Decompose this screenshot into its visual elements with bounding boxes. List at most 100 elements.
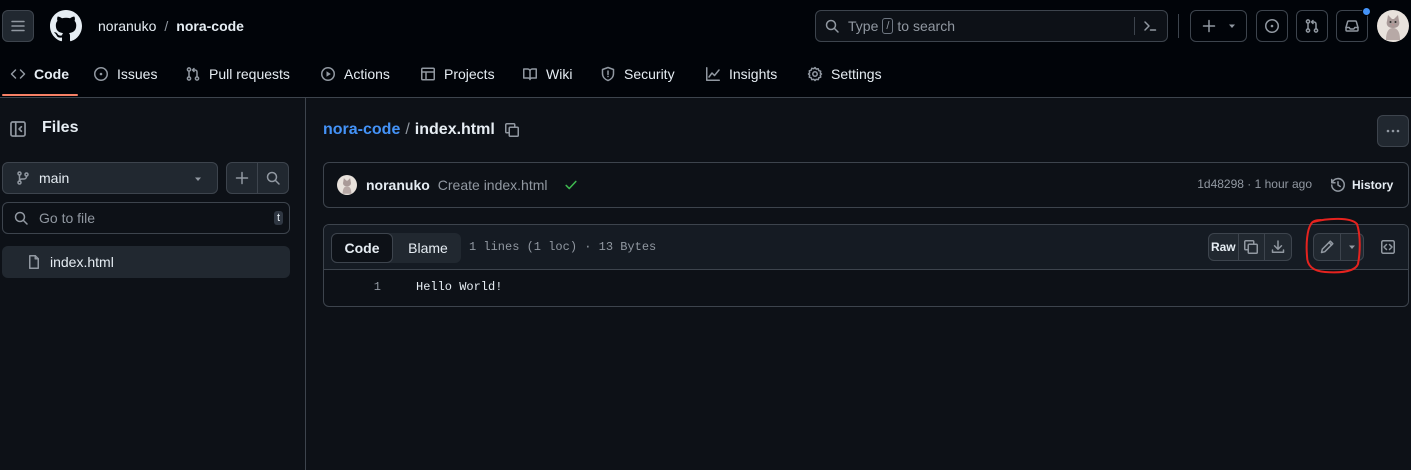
copy-raw-button[interactable] [1239, 234, 1266, 260]
check-icon[interactable] [564, 178, 578, 192]
user-avatar[interactable] [1377, 10, 1409, 42]
your-pull-requests-button[interactable] [1296, 10, 1328, 42]
history-icon [1331, 177, 1345, 192]
cat-avatar-icon [342, 178, 352, 194]
line-number[interactable]: 1 [374, 280, 381, 294]
shield-icon [601, 66, 615, 82]
tab-code-view-label: Code [344, 240, 380, 256]
tab-code-active-underline [2, 94, 78, 96]
tab-pull-requests-label: Pull requests [209, 66, 290, 82]
tab-issues-label: Issues [117, 66, 158, 82]
git-branch-icon [17, 171, 29, 185]
search-icon [266, 171, 280, 185]
repo-context: noranuko / nora-code [98, 17, 244, 35]
author-avatar[interactable] [337, 175, 357, 195]
tab-projects[interactable]: Projects [420, 62, 495, 86]
breadcrumb-repo-link[interactable]: nora-code [323, 121, 400, 139]
context-separator: / [164, 18, 169, 34]
view-toggle: Code Blame [331, 233, 461, 263]
tab-settings[interactable]: Settings [807, 62, 882, 86]
collapse-sidebar-button[interactable] [4, 115, 32, 143]
tab-blame-view[interactable]: Blame [397, 233, 459, 263]
tab-settings-label: Settings [831, 66, 882, 82]
breadcrumb: nora-code / index.html [323, 120, 520, 140]
issue-opened-icon [1265, 19, 1279, 33]
play-icon [321, 67, 335, 81]
tab-actions[interactable]: Actions [320, 62, 390, 86]
tab-blame-view-label: Blame [408, 240, 448, 256]
search-divider [1134, 17, 1135, 35]
branch-selector[interactable]: main [2, 162, 218, 194]
search-placeholder-suffix: to search [897, 18, 956, 34]
breadcrumb-file: index.html [414, 121, 495, 138]
file-tree-sidebar: Files main Go to file t index.html [0, 98, 306, 470]
tab-wiki[interactable]: Wiki [522, 62, 572, 86]
search-shortcut-key: / [882, 18, 894, 34]
search-icon [825, 19, 839, 33]
owner-link[interactable]: noranuko [98, 18, 156, 34]
commit-message[interactable]: Create index.html [438, 177, 548, 193]
plus-icon [1202, 19, 1215, 33]
tab-pull-requests[interactable]: Pull requests [185, 62, 290, 86]
code-square-icon [1381, 240, 1395, 254]
notification-dot [1362, 7, 1371, 16]
add-file-button[interactable] [226, 162, 258, 194]
raw-copy-download-group: Raw [1208, 233, 1292, 261]
global-header: noranuko / nora-code Type / to search Co… [0, 0, 1411, 98]
commit-author[interactable]: noranuko [366, 177, 430, 193]
copy-path-icon[interactable] [504, 122, 520, 138]
gear-icon [807, 66, 823, 82]
repo-link[interactable]: nora-code [176, 18, 244, 34]
notifications-button[interactable] [1336, 7, 1371, 42]
create-new-button[interactable] [1190, 10, 1247, 42]
book-icon [523, 68, 537, 81]
github-logo[interactable] [50, 10, 82, 42]
sidebar-title: Files [42, 119, 79, 136]
tab-insights[interactable]: Insights [705, 62, 777, 86]
go-to-file-shortcut: t [273, 211, 283, 225]
file-tree-item[interactable]: index.html [2, 246, 290, 278]
tab-insights-label: Insights [729, 66, 778, 82]
line-text: Hello World! [416, 280, 503, 294]
annotation-circle [1305, 217, 1361, 274]
github-logo-icon [50, 10, 82, 42]
tab-security[interactable]: Security [600, 62, 675, 86]
history-label: History [1352, 178, 1394, 192]
tab-projects-label: Projects [444, 66, 495, 82]
plus-icon [235, 171, 249, 185]
tab-code-view[interactable]: Code [331, 233, 393, 263]
tab-issues[interactable]: Issues [93, 62, 157, 86]
tab-code-label: Code [34, 66, 69, 82]
raw-button[interactable]: Raw [1209, 234, 1239, 260]
search-placeholder-prefix: Type [848, 18, 879, 34]
symbols-panel-button[interactable] [1374, 233, 1402, 261]
search-icon [14, 211, 28, 225]
tab-actions-label: Actions [344, 66, 390, 82]
search-files-button[interactable] [257, 162, 289, 194]
hamburger-icon [11, 20, 25, 32]
download-icon [1271, 240, 1285, 253]
search-input[interactable]: Type / to search [815, 10, 1168, 42]
download-raw-button[interactable] [1265, 234, 1291, 260]
go-to-file-input[interactable]: Go to file t [2, 202, 290, 234]
table-icon [421, 67, 435, 81]
go-to-file-placeholder: Go to file [39, 210, 96, 226]
file-tree-item-label: index.html [50, 254, 114, 270]
file-viewer: Code Blame 1 lines (1 loc) · 13 Bytes Ra… [323, 224, 1409, 307]
breadcrumb-separator: / [405, 121, 410, 138]
history-button[interactable]: History [1324, 170, 1408, 200]
tab-code[interactable]: Code [10, 62, 69, 86]
tab-security-label: Security [624, 66, 675, 82]
code-line: 1 Hello World! [324, 278, 1408, 298]
more-options-button[interactable] [1377, 115, 1409, 147]
command-palette-icon[interactable] [1142, 18, 1158, 34]
menu-button[interactable] [2, 10, 34, 42]
your-issues-button[interactable] [1256, 10, 1288, 42]
commit-sha-time[interactable]: 1d48298 · 1 hour ago [1197, 177, 1312, 191]
pull-request-icon [186, 67, 200, 81]
header-divider [1178, 14, 1179, 38]
file-viewer-header: Code Blame 1 lines (1 loc) · 13 Bytes Ra… [324, 225, 1408, 270]
file-content-area: nora-code / index.html noranuko Create i… [307, 98, 1411, 470]
branch-name: main [39, 170, 70, 186]
caret-down-icon [195, 177, 201, 181]
